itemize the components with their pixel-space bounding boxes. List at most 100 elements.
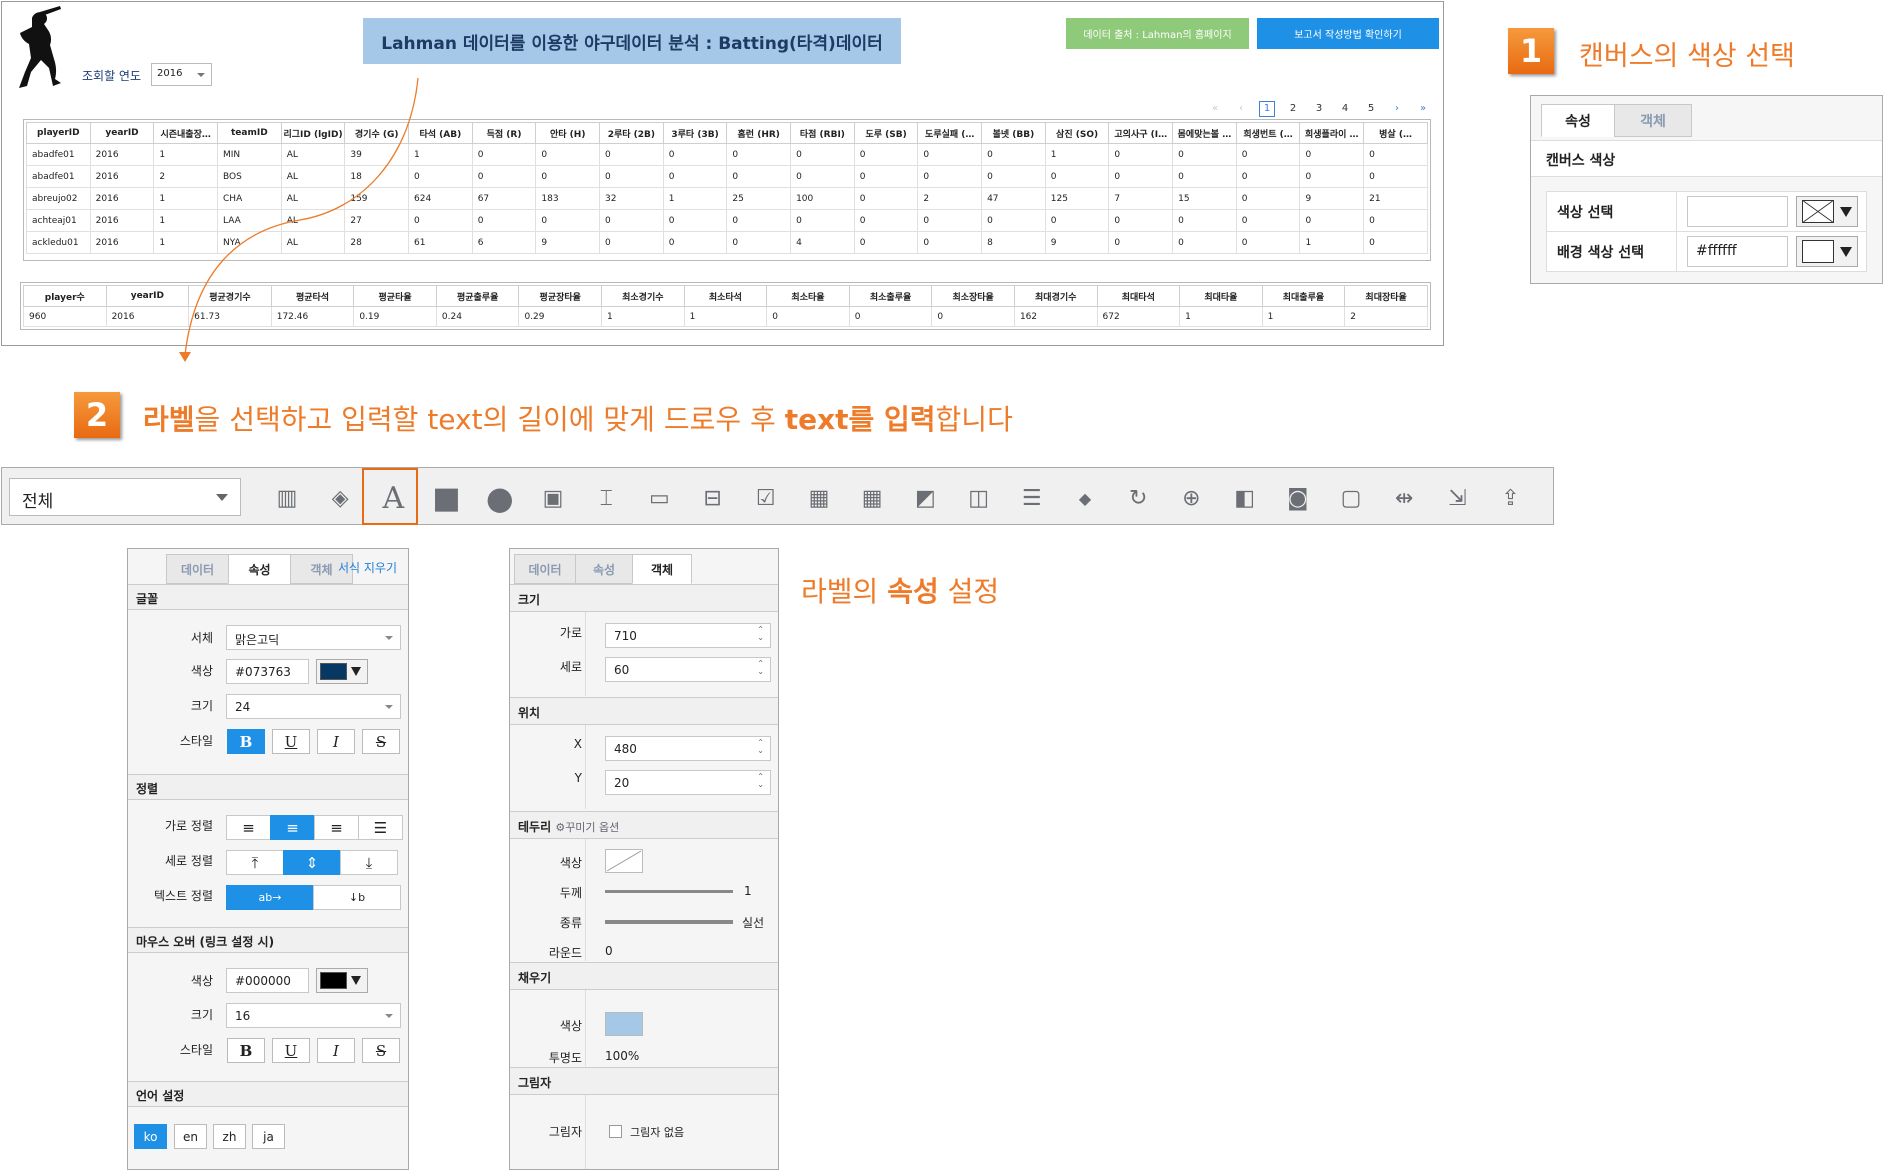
window-icon[interactable]: ◫ — [959, 478, 999, 518]
tab-properties[interactable]: 속성 — [228, 554, 291, 584]
italic-button[interactable]: I — [317, 729, 355, 754]
column-header[interactable]: 도루 (SB) — [853, 122, 919, 144]
column-header[interactable]: playerID — [26, 122, 91, 144]
tab-properties[interactable]: 속성 — [575, 554, 633, 584]
font-size-select[interactable]: 24 — [226, 694, 401, 719]
rectangle-icon[interactable]: ■ — [427, 478, 467, 518]
data-source-button[interactable]: 데이터 출처 : Lahman의 홈페이지 — [1066, 18, 1249, 49]
font-family-select[interactable]: 맑은고딕 — [226, 625, 401, 650]
vertical-text-icon[interactable]: ↓b — [313, 885, 401, 910]
column-header[interactable]: 평균타율 — [353, 285, 437, 307]
align-top-icon[interactable]: ⤒ — [226, 850, 284, 875]
underline-button[interactable]: U — [272, 729, 310, 754]
x-input[interactable]: 480 — [605, 736, 771, 761]
column-header[interactable]: 안타 (H) — [535, 122, 601, 144]
column-header[interactable]: 병살 (… — [1363, 122, 1428, 144]
hover-color-input[interactable]: #000000 — [226, 968, 309, 993]
column-header[interactable]: 시즌내출장… — [153, 122, 219, 144]
column-header[interactable]: 득점 (R) — [471, 122, 537, 144]
border-options-link[interactable]: ⚙꾸미기 옵션 — [555, 821, 619, 834]
column-header[interactable]: 평균타석 — [270, 285, 355, 307]
page-link[interactable]: 4 — [1332, 101, 1358, 117]
column-header[interactable]: 삼진 (SO) — [1044, 122, 1110, 144]
fill-color-swatch[interactable] — [605, 1012, 643, 1036]
column-header[interactable]: 타석 (AB) — [408, 122, 473, 144]
bar-chart-icon[interactable]: ▥ — [267, 478, 307, 518]
label-icon[interactable]: A — [373, 478, 413, 518]
clear-format-link[interactable]: 서식 지우기 — [338, 559, 397, 576]
tag-icon[interactable]: ◆ — [1065, 478, 1105, 518]
panel-icon[interactable]: ▢ — [1331, 478, 1371, 518]
image-icon[interactable]: ▣ — [533, 478, 573, 518]
tab-object[interactable]: 객체 — [632, 554, 692, 584]
frame-icon[interactable]: ◙ — [1278, 478, 1318, 518]
export-icon[interactable]: ⇲ — [1437, 478, 1477, 518]
hover-bold-button[interactable]: B — [227, 1038, 265, 1063]
column-header[interactable]: yearID — [89, 122, 155, 144]
column-header[interactable]: 희생플라이 … — [1299, 122, 1365, 144]
object-category-select[interactable]: 전체 — [9, 478, 241, 516]
column-header[interactable]: 최소장타율 — [931, 285, 1015, 307]
hover-color-picker[interactable] — [316, 968, 368, 993]
column-header[interactable]: 경기수 (G) — [344, 122, 410, 144]
hover-underline-button[interactable]: U — [272, 1038, 310, 1063]
bg-color-picker-button[interactable] — [1796, 236, 1858, 267]
column-header[interactable]: 최소타석 — [683, 285, 768, 307]
align-bottom-icon[interactable]: ⤓ — [340, 850, 398, 875]
page-link[interactable]: 2 — [1280, 101, 1306, 117]
textbox-icon[interactable]: ▭ — [639, 478, 679, 518]
lang-ja-button[interactable]: ja — [252, 1124, 285, 1149]
tab-properties[interactable]: 속성 — [1541, 104, 1615, 137]
lang-zh-button[interactable]: zh — [213, 1124, 246, 1149]
column-header[interactable]: 몸에맞는볼 … — [1172, 122, 1237, 144]
split-icon[interactable]: ⇹ — [1384, 478, 1424, 518]
column-header[interactable]: player수 — [23, 285, 107, 307]
date-settings-icon[interactable]: ▦ — [852, 478, 892, 518]
align-right-icon[interactable]: ≡ — [314, 815, 359, 840]
shadow-checkbox[interactable] — [609, 1125, 622, 1138]
column-header[interactable]: 희생번트 (… — [1235, 122, 1301, 144]
column-header[interactable]: 최대타율 — [1179, 285, 1263, 307]
page-link[interactable]: 3 — [1306, 101, 1332, 117]
hover-italic-button[interactable]: I — [317, 1038, 355, 1063]
align-middle-icon[interactable]: ⇕ — [283, 850, 341, 875]
page-link[interactable]: 1 — [1259, 101, 1275, 117]
ellipse-icon[interactable]: ● — [480, 478, 520, 518]
height-input[interactable]: 60 — [605, 657, 771, 682]
upload-icon[interactable]: ⇪ — [1491, 478, 1531, 518]
click-icon[interactable]: ◩ — [905, 478, 945, 518]
list-icon[interactable]: ☰ — [1012, 478, 1052, 518]
column-header[interactable]: 볼넷 (BB) — [981, 122, 1046, 144]
border-type-slider[interactable] — [605, 920, 733, 924]
column-header[interactable]: 평균출루율 — [435, 285, 520, 307]
column-header[interactable]: 3루타 (3B) — [662, 122, 728, 144]
column-header[interactable]: 평균경기수 — [188, 285, 272, 307]
bg-color-input[interactable]: #ffffff — [1687, 236, 1788, 267]
column-header[interactable]: 리그ID (lgID) — [280, 122, 346, 144]
column-header[interactable]: 평균장타율 — [518, 285, 603, 307]
strikethrough-button[interactable]: S — [362, 729, 400, 754]
y-input[interactable]: 20 — [605, 770, 771, 795]
align-justify-icon[interactable]: ☰ — [358, 815, 403, 840]
lang-ko-button[interactable]: ko — [134, 1124, 167, 1149]
text-input-icon[interactable]: ⌶ — [586, 478, 626, 518]
column-header[interactable]: 최대장타율 — [1344, 285, 1428, 307]
lang-en-button[interactable]: en — [174, 1124, 207, 1149]
column-header[interactable]: 고의사구 (I… — [1108, 122, 1174, 144]
hover-size-select[interactable]: 16 — [226, 1003, 401, 1028]
color-picker-button[interactable] — [1796, 196, 1858, 227]
tab-data[interactable]: 데이터 — [166, 554, 229, 584]
dropdown-icon[interactable]: ⊟ — [693, 478, 733, 518]
column-header[interactable]: 최소타율 — [766, 285, 850, 307]
bold-button[interactable]: B — [227, 729, 265, 754]
align-center-icon[interactable]: ≡ — [270, 815, 315, 840]
page-link[interactable]: › — [1384, 101, 1410, 117]
page-link[interactable]: 5 — [1358, 101, 1384, 117]
column-header[interactable]: 홈런 (HR) — [726, 122, 792, 144]
font-color-picker[interactable] — [316, 659, 368, 684]
column-header[interactable]: 최소경기수 — [601, 285, 685, 307]
tab-data[interactable]: 데이터 — [514, 554, 576, 584]
tab-object[interactable]: 객체 — [1614, 104, 1692, 137]
page-link[interactable]: « — [1202, 101, 1228, 117]
column-header[interactable]: 2루타 (2B) — [599, 122, 664, 144]
